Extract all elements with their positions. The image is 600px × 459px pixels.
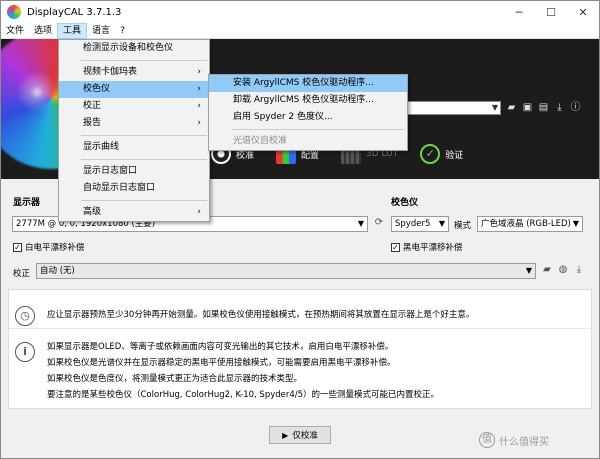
menu-help[interactable]: ?	[115, 23, 130, 39]
chevron-right-icon: ›	[197, 207, 201, 217]
watermark-logo-icon: 值	[479, 432, 495, 448]
correction-label: 校正	[13, 269, 31, 279]
black-drift-label: 黑电平漂移补偿	[403, 243, 463, 253]
watermark: 值什么值得买	[479, 432, 549, 448]
menu-item-report[interactable]: 报告 ›	[59, 115, 209, 132]
menu-separator	[81, 60, 207, 61]
tab-verify-label: 验证	[445, 150, 464, 161]
chevron-right-icon: ›	[197, 101, 201, 111]
menu-item-label: 高级	[83, 207, 102, 217]
menu-language[interactable]: 语言	[87, 23, 115, 39]
black-drift-checkbox[interactable]: ✓ 黑电平漂移补偿	[391, 241, 463, 253]
menu-item-label: 报告	[83, 118, 102, 128]
clock-icon: ◷	[15, 306, 35, 326]
menu-item-spectro-selfcal: 光谱仪自校准	[233, 136, 288, 146]
correction-select-value: 自动 (无)	[40, 266, 75, 276]
save-icon[interactable]: ▣	[522, 102, 533, 113]
chevron-down-icon: ▼	[438, 219, 445, 228]
menu-item-advanced[interactable]: 高级 ›	[59, 204, 209, 221]
verify-icon: ✓	[420, 144, 441, 164]
menu-separator	[81, 200, 207, 201]
menu-item-label: 视频卡伽玛表	[83, 67, 138, 77]
info-icon[interactable]: ⓘ	[570, 102, 581, 113]
folder-open-icon[interactable]: ▰	[506, 102, 517, 113]
menu-separator	[81, 159, 207, 160]
delete-icon[interactable]: ▤	[538, 102, 549, 113]
checkbox-icon: ✓	[391, 242, 400, 252]
refresh-icon[interactable]: ⟳	[373, 217, 385, 229]
import-icon[interactable]: ⤓	[573, 264, 585, 276]
app-icon	[7, 5, 21, 19]
mode-select[interactable]: 广色域液晶 (RGB-LED) ▼	[477, 216, 583, 232]
menu-bar: 文件 选项 工具 语言 ?	[1, 22, 599, 39]
info-warmup: 应让显示器预热至少30分钟再开始测量。如果校色仪使用接触模式，在预热期间将其放置…	[47, 310, 475, 320]
chevron-right-icon: ›	[197, 118, 201, 128]
folder-icon[interactable]: ▰	[541, 264, 553, 276]
white-drift-checkbox[interactable]: ✓ 白电平漂移补偿	[13, 241, 85, 253]
chevron-down-icon: ▼	[572, 219, 579, 228]
menu-item-label: 校色仪	[83, 84, 111, 94]
info-panel: ◷ 应让显示器预热至少30分钟再开始测量。如果校色仪使用接触模式，在预热期间将其…	[8, 289, 593, 409]
app-window: DisplayCAL 3.7.1.3 ─ ☐ ✕ 文件 选项 工具 语言 ? ▼…	[0, 0, 600, 459]
menu-item-auto-log-window[interactable]: 自动显示日志窗口	[59, 180, 209, 197]
info-line: 如果校色仪是色度仪，将测量模式更正为适合此显示器的技术类型。	[47, 374, 303, 384]
divider	[9, 328, 593, 329]
profile-select[interactable]: ▼	[406, 101, 501, 115]
title-bar: DisplayCAL 3.7.1.3 ─ ☐ ✕	[1, 1, 599, 23]
menu-options[interactable]: 选项	[29, 23, 57, 39]
menu-item-uninstall-argyll-driver[interactable]: 卸载 ArgyllCMS 校色仪驱动程序...	[209, 92, 407, 109]
menu-separator	[81, 135, 207, 136]
info-line: 如果显示器是OLED、等离子或依赖画面内容可变光输出的其它技术，启用白电平漂移补…	[47, 342, 394, 352]
menu-item-detect[interactable]: 检测显示设备和校色仪	[59, 40, 209, 57]
menu-item-show-curves[interactable]: 显示曲线	[59, 139, 209, 156]
menu-file[interactable]: 文件	[1, 23, 29, 39]
mode-label: 模式	[454, 221, 472, 231]
minimize-button[interactable]: ─	[503, 1, 535, 23]
menu-item-videocard-gamma[interactable]: 视频卡伽玛表 ›	[59, 64, 209, 81]
globe-icon[interactable]: ◍	[557, 264, 569, 276]
play-icon: ▶	[282, 430, 289, 440]
download-icon[interactable]: ⤓	[554, 102, 565, 113]
menu-item-log-window[interactable]: 显示日志窗口	[59, 163, 209, 180]
chevron-right-icon: ›	[197, 84, 201, 94]
white-drift-label: 白电平漂移补偿	[25, 243, 85, 253]
tools-menu: 检测显示设备和校色仪 视频卡伽玛表 › 校色仪 › 校正 › 报告 › 显示曲线 显示日…	[58, 39, 210, 222]
menu-separator	[231, 129, 405, 130]
display-label: 显示器	[13, 198, 41, 208]
instrument-select[interactable]: Spyder5 ▼	[391, 216, 449, 232]
chevron-down-icon: ▼	[491, 103, 498, 112]
close-button[interactable]: ✕	[567, 1, 599, 23]
menu-item-instrument[interactable]: 校色仪 ›	[59, 81, 209, 98]
mode-select-value: 广色域液晶 (RGB-LED)	[481, 219, 571, 229]
info-line: 要注意的是某些校色仪（ColorHug, ColorHug2, K-10, Sp…	[47, 390, 440, 400]
instrument-select-value: Spyder5	[395, 219, 431, 229]
chevron-down-icon: ▼	[357, 219, 364, 228]
watermark-text: 什么值得买	[499, 436, 549, 448]
menu-item-correction[interactable]: 校正 ›	[59, 98, 209, 115]
calibrate-only-button[interactable]: ▶ 仅校准	[269, 426, 331, 444]
info-icon: i	[15, 342, 35, 362]
correction-select[interactable]: 自动 (无) ▼	[36, 263, 536, 279]
info-line: 如果校色仪是光谱仪并在显示器稳定的黑电平使用接触模式，可能需要启用黑电平漂移补偿…	[47, 358, 396, 368]
chevron-right-icon: ›	[197, 67, 201, 77]
menu-tools[interactable]: 工具	[57, 22, 88, 39]
menu-item-label: 校正	[83, 101, 102, 111]
menu-item-enable-spyder2[interactable]: 启用 Spyder 2 色度仪...	[209, 109, 407, 126]
chevron-down-icon: ▼	[525, 266, 532, 275]
instrument-label: 校色仪	[391, 198, 419, 208]
maximize-button[interactable]: ☐	[535, 1, 567, 23]
window-title: DisplayCAL 3.7.1.3	[27, 6, 122, 18]
menu-item-install-argyll-driver[interactable]: 安装 ArgyllCMS 校色仪驱动程序...	[209, 75, 407, 92]
calibrate-only-label: 仅校准	[292, 431, 318, 441]
instrument-submenu: 安装 ArgyllCMS 校色仪驱动程序... 卸载 ArgyllCMS 校色仪…	[208, 74, 408, 151]
tab-verify[interactable]: ✓ 验证	[420, 144, 463, 164]
checkbox-icon: ✓	[13, 242, 22, 252]
